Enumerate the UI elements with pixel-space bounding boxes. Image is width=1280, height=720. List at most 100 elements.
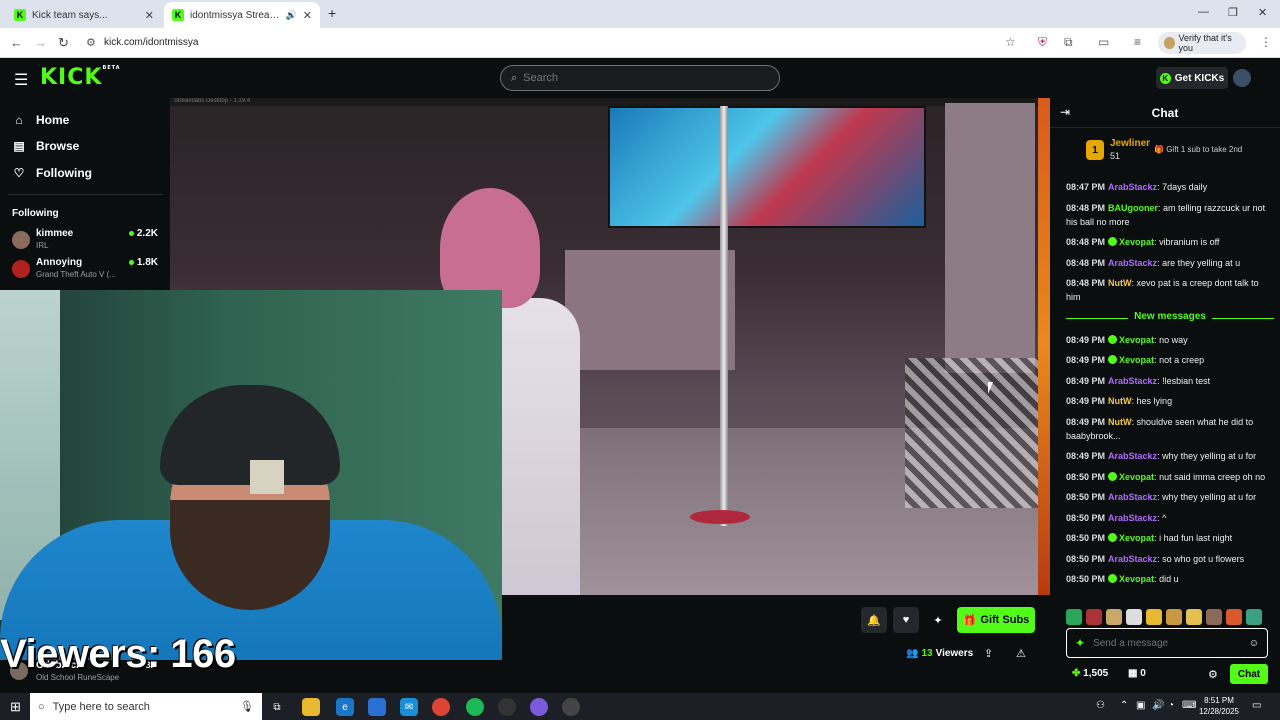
- emote-icon[interactable]: [1186, 609, 1202, 625]
- chat-message[interactable]: 08:48 PM BAUgooner: am telling razzcuck u…: [1066, 201, 1274, 229]
- menu-hamburger-icon[interactable]: ☰: [14, 70, 28, 90]
- chat-message[interactable]: 08:48 PM ArabStackz: are they yelling at …: [1066, 256, 1274, 270]
- send-chat-button[interactable]: Chat: [1230, 664, 1268, 684]
- obs-icon[interactable]: [498, 698, 516, 716]
- message-username[interactable]: ArabStackz: [1108, 554, 1157, 564]
- chat-message[interactable]: 08:49 PM ArabStackz: !lesbian test: [1066, 374, 1274, 388]
- taskbar-search-box[interactable]: ○ Type here to search 🎙: [30, 693, 262, 720]
- reload-icon[interactable]: ↻: [58, 35, 69, 51]
- message-username[interactable]: BAUgooner: [1108, 203, 1158, 213]
- gift-subs-button[interactable]: 🎁 Gift Subs: [957, 607, 1035, 633]
- store-balance[interactable]: ▦ 0: [1128, 668, 1146, 679]
- chat-message[interactable]: 08:50 PM ArabStackz: why they yelling at …: [1066, 490, 1274, 504]
- sidebar-item-following[interactable]: ♡ Following: [12, 164, 92, 182]
- microphone-icon[interactable]: 🎙: [240, 700, 254, 713]
- task-view-icon[interactable]: ⧉: [268, 698, 286, 716]
- chat-message[interactable]: 08:50 PM Xevopat: i had fun last night: [1066, 531, 1274, 545]
- follow-heart-button[interactable]: ♥: [893, 607, 919, 633]
- app-icon[interactable]: [562, 698, 580, 716]
- close-tab-icon[interactable]: ✕: [303, 9, 312, 22]
- message-username[interactable]: ArabStackz: [1108, 492, 1157, 502]
- search-bar[interactable]: ⌕: [500, 65, 780, 91]
- chat-message[interactable]: 08:47 PM ArabStackz: 7days daily: [1066, 180, 1274, 194]
- chat-message[interactable]: 08:50 PM Xevopat: nut said imma creep oh …: [1066, 470, 1274, 484]
- spotify-icon[interactable]: [466, 698, 484, 716]
- message-username[interactable]: NutW: [1108, 278, 1132, 288]
- new-tab-icon[interactable]: +: [328, 5, 336, 21]
- message-username[interactable]: Xevopat: [1119, 355, 1154, 365]
- chat-message[interactable]: 08:49 PM Xevopat: not a creep: [1066, 353, 1274, 367]
- message-username[interactable]: Xevopat: [1119, 533, 1154, 543]
- browser-menu-icon[interactable]: ⋮: [1260, 35, 1272, 49]
- sparkle-icon[interactable]: ✦: [1075, 636, 1085, 650]
- chat-message[interactable]: 08:49 PM Xevopat: no way: [1066, 333, 1274, 347]
- following-channel-annoying[interactable]: Annoying Grand Theft Auto V (... 1.8K: [12, 257, 162, 283]
- report-warning-icon[interactable]: ⚠: [1016, 647, 1026, 660]
- kick-logo[interactable]: KICKBETA: [40, 65, 121, 90]
- message-username[interactable]: ArabStackz: [1108, 258, 1157, 268]
- show-hidden-icons-icon[interactable]: ⌃: [1120, 700, 1128, 711]
- edge-browser-icon[interactable]: e: [336, 698, 354, 716]
- close-tab-icon[interactable]: ✕: [145, 9, 154, 22]
- file-explorer-icon[interactable]: [302, 698, 320, 716]
- chat-message-input[interactable]: [1093, 637, 1241, 649]
- verify-profile-button[interactable]: Verify that it's you: [1158, 32, 1246, 54]
- message-username[interactable]: ArabStackz: [1108, 182, 1157, 192]
- share-icon[interactable]: ⇪: [984, 647, 993, 660]
- emote-icon[interactable]: [1166, 609, 1182, 625]
- chat-settings-icon[interactable]: ⚙: [1208, 668, 1218, 681]
- emote-icon[interactable]: [1226, 609, 1242, 625]
- emote-icon[interactable]: [1146, 609, 1162, 625]
- message-username[interactable]: ArabStackz: [1108, 376, 1157, 386]
- windows-start-icon[interactable]: ⊞: [10, 699, 21, 715]
- following-channel-kimmee[interactable]: kimmee IRL 2.2K: [12, 228, 162, 254]
- chrome-icon[interactable]: [432, 698, 450, 716]
- people-tray-icon[interactable]: ⚇: [1096, 700, 1105, 711]
- restore-icon[interactable]: ❐: [1228, 6, 1238, 19]
- chat-message[interactable]: 08:50 PM ArabStackz: ^: [1066, 511, 1274, 525]
- emote-icon[interactable]: [1206, 609, 1222, 625]
- extension-shield-icon[interactable]: ⛨: [1038, 35, 1047, 50]
- minimize-icon[interactable]: —: [1198, 6, 1209, 18]
- kicks-balance[interactable]: ✤ 1,505: [1072, 668, 1108, 679]
- message-username[interactable]: NutW: [1108, 417, 1132, 427]
- site-info-icon[interactable]: ⚙: [86, 36, 96, 49]
- message-username[interactable]: Xevopat: [1119, 335, 1154, 345]
- notification-bell-button[interactable]: 🔔: [861, 607, 887, 633]
- bookmark-star-icon[interactable]: ☆: [1005, 35, 1016, 49]
- emote-icon[interactable]: [1086, 609, 1102, 625]
- chat-message[interactable]: 08:49 PM NutW: hes lying: [1066, 394, 1274, 408]
- network-icon[interactable]: ◔: [1168, 700, 1174, 711]
- volume-icon[interactable]: 🔊: [1152, 700, 1164, 711]
- discord-icon[interactable]: [530, 698, 548, 716]
- message-username[interactable]: ArabStackz: [1108, 451, 1157, 461]
- media-control-icon[interactable]: ≡: [1134, 35, 1141, 49]
- emote-icon[interactable]: [1246, 609, 1262, 625]
- user-avatar[interactable]: [1233, 69, 1251, 87]
- url-field[interactable]: kick.com/idontmissya: [104, 37, 198, 48]
- close-window-icon[interactable]: ✕: [1258, 6, 1267, 19]
- back-icon[interactable]: ←: [10, 35, 23, 50]
- message-username[interactable]: Xevopat: [1119, 574, 1154, 584]
- emoji-picker-icon[interactable]: ☺: [1249, 638, 1259, 649]
- sparkle-button[interactable]: ✦: [925, 607, 951, 633]
- get-kicks-button[interactable]: K Get KICKs: [1156, 67, 1228, 89]
- top-gifter-banner[interactable]: 1 Jewliner 51 🎁 Gift 1 sub to take 2nd: [1086, 136, 1276, 164]
- chat-message[interactable]: 08:50 PM Xevopat: did u: [1066, 572, 1274, 586]
- emote-icon[interactable]: [1126, 609, 1142, 625]
- chat-message-list[interactable]: 08:47 PM ArabStackz: 7days daily 08:48 PM B…: [1066, 180, 1274, 593]
- speaker-icon[interactable]: 🔊: [286, 10, 297, 21]
- search-input[interactable]: [523, 72, 666, 84]
- extensions-puzzle-icon[interactable]: ⧉: [1064, 35, 1073, 50]
- forward-icon[interactable]: →: [34, 35, 47, 50]
- sidebar-item-browse[interactable]: ▤ Browse: [12, 137, 79, 155]
- browser-tab-idontmissya[interactable]: K idontmissya Stream - Watch 🔊 ✕: [164, 2, 320, 28]
- chat-message[interactable]: 08:48 PM NutW: xevo pat is a creep dont t…: [1066, 276, 1274, 304]
- notifications-icon[interactable]: ▭: [1252, 700, 1261, 711]
- sidebar-item-home[interactable]: ⌂ Home: [12, 111, 69, 129]
- message-username[interactable]: ArabStackz: [1108, 513, 1157, 523]
- message-username[interactable]: Xevopat: [1119, 472, 1154, 482]
- browser-tab-kick-team[interactable]: K Kick team says... ✕: [6, 2, 162, 28]
- message-username[interactable]: NutW: [1108, 396, 1132, 406]
- taskbar-clock[interactable]: 8:51 PM 12/28/2025: [1196, 695, 1242, 717]
